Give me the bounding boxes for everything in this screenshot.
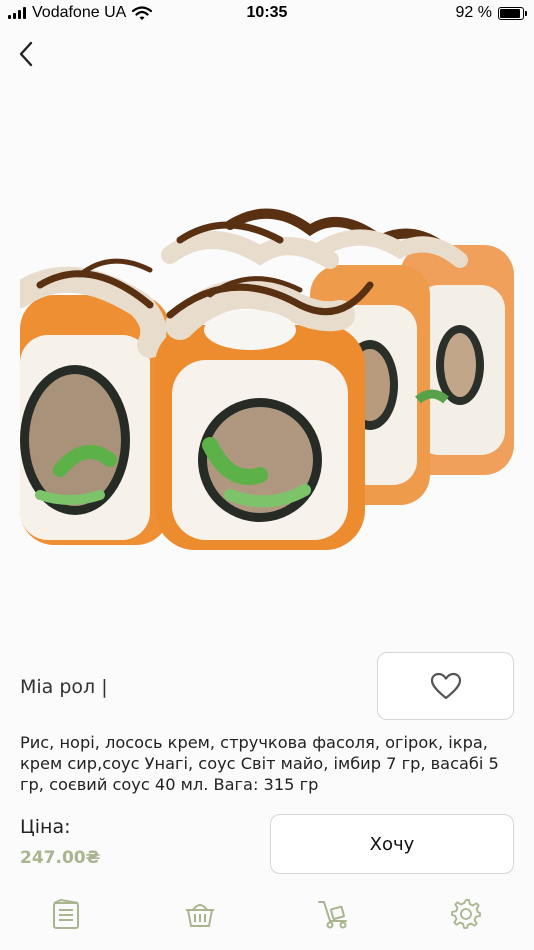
favorite-button[interactable] [377,652,514,720]
chevron-left-icon [19,41,33,67]
product-detail-screen: Vodafone UA 10:35 92 % Міа рол | Рис, но… [0,0,534,950]
back-button[interactable] [10,38,42,70]
battery-percent: 92 % [455,4,492,21]
status-time: 10:35 [246,4,288,21]
sushi-roll-center [155,276,374,550]
status-bar: Vodafone UA 10:35 92 % [0,0,534,28]
settings-gear-icon [451,899,481,929]
tab-bar [0,888,534,938]
tab-delivery[interactable] [313,894,353,934]
price-label: Ціна: [20,816,71,838]
basket-icon [186,904,214,927]
battery-fill [500,8,521,18]
price-value: 247.00₴ [20,848,101,868]
tab-settings[interactable] [446,894,486,934]
tab-basket[interactable] [180,894,220,934]
delivery-cart-icon [318,901,347,929]
battery-icon [498,6,527,20]
sushi-roll-left [20,258,170,545]
heart-icon [430,672,461,700]
menu-list-icon [53,898,79,929]
product-image [20,208,514,550]
want-button[interactable]: Хочу [270,814,514,874]
product-description: Рис, норі, лосось крем, стручкова фасоля… [20,733,499,794]
product-name: Міа рол | [20,676,108,698]
tab-menu[interactable] [46,894,86,934]
status-right: 92 % [455,4,527,22]
